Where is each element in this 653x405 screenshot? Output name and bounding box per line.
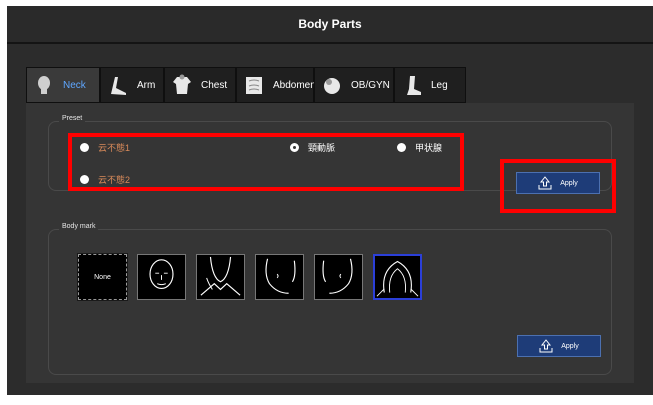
radio-dot[interactable]: [397, 143, 406, 152]
bodymark-apply-button[interactable]: Apply: [517, 335, 601, 357]
tab-label: Arm: [137, 79, 156, 91]
preset-option-label: 云不態2: [98, 175, 131, 185]
bodymark-none[interactable]: None: [77, 253, 128, 301]
window-title: Body Parts: [298, 17, 362, 31]
bodymark-face-front[interactable]: [137, 254, 186, 300]
torso-icon: [171, 74, 193, 96]
tab-label: Abdomen: [273, 79, 316, 91]
tab-bar: Neck Arm Chest Abdomen OB/GYN Leg: [26, 67, 466, 103]
preset-option-1[interactable]: 云不態1: [80, 141, 130, 154]
none-label: None: [94, 273, 111, 281]
tab-arm[interactable]: Arm: [100, 67, 164, 103]
fetus-icon: [321, 74, 343, 96]
tab-label: Chest: [201, 79, 228, 91]
preset-option-label: 云不態1: [98, 143, 131, 153]
tab-chest[interactable]: Chest: [164, 67, 236, 103]
upload-icon: [538, 176, 552, 190]
body-parts-window: Body Parts Neck Arm Chest Abdomen OB/GYN…: [7, 6, 653, 395]
bodymark-head-back[interactable]: [373, 254, 422, 300]
radio-dot[interactable]: [80, 175, 89, 184]
bodymark-neck-front[interactable]: [196, 254, 245, 300]
arm-icon: [107, 74, 129, 96]
tab-label: Leg: [431, 79, 448, 91]
preset-option-label: 甲状腺: [415, 143, 443, 153]
leg-icon: [401, 74, 423, 96]
preset-option-2[interactable]: 云不態2: [80, 173, 130, 186]
title-bar: Body Parts: [7, 6, 653, 44]
radio-dot-selected[interactable]: [290, 143, 299, 152]
face-front-icon: [149, 259, 174, 290]
bodymark-face-left[interactable]: [314, 254, 363, 300]
preset-option-label: 頸動脈: [308, 143, 336, 153]
tab-abdomen[interactable]: Abdomen: [236, 67, 316, 103]
face-right-profile-icon: [265, 258, 296, 294]
tab-neck[interactable]: Neck: [26, 67, 100, 103]
abdomen-icon: [243, 74, 265, 96]
apply-label: Apply: [561, 342, 579, 350]
bodymark-face-right[interactable]: [255, 254, 304, 300]
preset-apply-button[interactable]: Apply: [516, 172, 600, 194]
face-left-profile-icon: [322, 258, 353, 294]
preset-title: Preset: [59, 115, 86, 122]
bodymark-title: Body mark: [59, 223, 99, 230]
tab-label: OB/GYN: [351, 79, 390, 91]
tab-leg[interactable]: Leg: [394, 67, 466, 103]
radio-dot[interactable]: [80, 143, 89, 152]
upload-icon: [539, 339, 553, 353]
head-icon: [33, 74, 55, 96]
preset-option-carotid[interactable]: 頸動脈: [290, 141, 335, 154]
neck-front-icon: [200, 256, 241, 296]
tab-label: Neck: [63, 79, 86, 91]
neck-content-panel: Preset 云不態1 頸動脈 甲状腺 云不態2 Apply Body mark…: [26, 103, 634, 383]
preset-option-thyroid[interactable]: 甲状腺: [397, 141, 442, 154]
head-back-icon: [376, 260, 419, 297]
tab-obgyn[interactable]: OB/GYN: [314, 67, 394, 103]
apply-label: Apply: [560, 179, 578, 187]
